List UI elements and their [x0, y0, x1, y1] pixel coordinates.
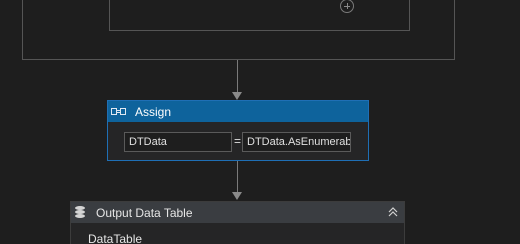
workflow-designer-canvas: Assign DTData = DTData.AsEnumerable Outp…	[0, 0, 520, 244]
assign-body: DTData = DTData.AsEnumerable	[108, 122, 368, 160]
chevron-double-up-icon[interactable]	[386, 205, 400, 219]
assign-icon	[111, 107, 127, 117]
flow-connector	[237, 60, 238, 92]
assign-activity[interactable]: Assign DTData = DTData.AsEnumerable	[107, 100, 369, 161]
database-icon	[75, 206, 85, 219]
output-data-table-title: Output Data Table	[96, 205, 193, 220]
output-data-table-activity[interactable]: Output Data Table DataTable	[70, 201, 405, 244]
sequence-container	[22, 0, 455, 60]
assign-to-field[interactable]: DTData	[124, 132, 232, 152]
flow-connector	[237, 161, 238, 192]
connector-arrow-icon	[232, 192, 242, 200]
connector-arrow-icon	[232, 92, 242, 100]
activity-drop-zone[interactable]	[109, 0, 410, 31]
assign-title: Assign	[135, 104, 172, 119]
output-data-table-body: DataTable	[71, 223, 404, 244]
equals-sign: =	[234, 134, 242, 148]
plus-circle-icon[interactable]	[340, 0, 354, 13]
assign-value-field[interactable]: DTData.AsEnumerable	[242, 132, 351, 152]
output-data-table-header[interactable]: Output Data Table	[71, 202, 404, 223]
datatable-property-label: DataTable	[88, 232, 143, 244]
assign-header[interactable]: Assign	[108, 101, 368, 122]
